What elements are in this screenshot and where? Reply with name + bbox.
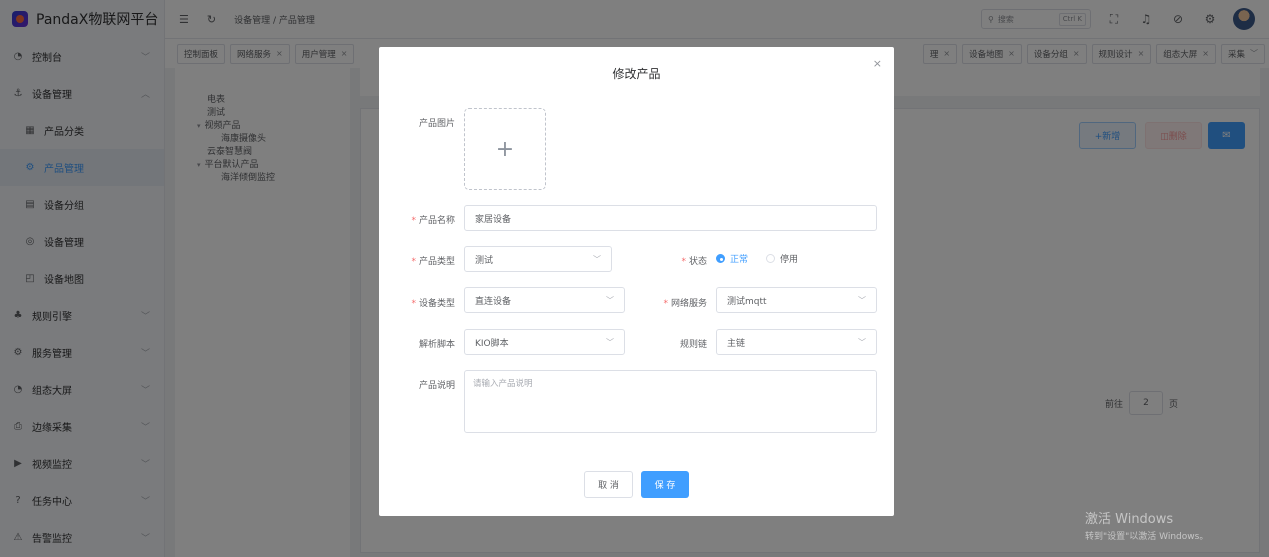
cancel-button[interactable]: 取 消: [584, 471, 633, 498]
image-label: 产品图片: [418, 119, 455, 129]
plus-icon: +: [495, 136, 515, 162]
chevron-down-icon: ﹀: [606, 337, 614, 347]
close-icon[interactable]: ×: [873, 57, 882, 70]
watermark-line1: 激活 Windows: [1085, 512, 1174, 527]
network-service-select[interactable]: 测试mqtt ﹀: [716, 287, 877, 313]
rule-chain-label: 规则链: [679, 340, 707, 350]
chevron-down-icon: ﹀: [858, 295, 866, 305]
rule-chain-select[interactable]: 主链 ﹀: [716, 329, 877, 355]
network-label: * 网络服务: [663, 299, 707, 309]
type-label: * 产品类型: [411, 257, 455, 267]
chevron-down-icon: ﹀: [593, 254, 601, 264]
status-radio-group: 正常 停用: [716, 252, 798, 265]
edit-product-dialog: 修改产品 × 产品图片 + * 产品名称 家居设备 * 产品类型 测试 ﹀ * 状态 正…: [379, 47, 894, 516]
status-label: * 状态: [681, 257, 707, 267]
product-type-select[interactable]: 测试 ﹀: [464, 246, 612, 272]
description-textarea[interactable]: 请输入产品说明: [464, 370, 877, 433]
chevron-down-icon: ﹀: [858, 337, 866, 347]
description-label: 产品说明: [418, 381, 455, 391]
name-label: * 产品名称: [411, 216, 455, 226]
image-upload[interactable]: +: [464, 108, 546, 190]
parse-script-select[interactable]: KIO脚本 ﹀: [464, 329, 625, 355]
chevron-down-icon: ﹀: [606, 295, 614, 305]
status-radio-normal[interactable]: 正常: [716, 252, 748, 265]
dialog-title: 修改产品: [612, 67, 661, 81]
status-radio-disabled[interactable]: 停用: [766, 252, 798, 265]
save-button[interactable]: 保 存: [641, 471, 689, 498]
product-name-input[interactable]: 家居设备: [464, 205, 877, 231]
windows-watermark: 激活 Windows 转到"设置"以激活 Windows。: [1085, 508, 1208, 542]
device-type-select[interactable]: 直连设备 ﹀: [464, 287, 625, 313]
script-label: 解析脚本: [418, 340, 455, 350]
device-type-label: * 设备类型: [411, 299, 455, 309]
watermark-line2: 转到"设置"以激活 Windows。: [1085, 532, 1209, 542]
